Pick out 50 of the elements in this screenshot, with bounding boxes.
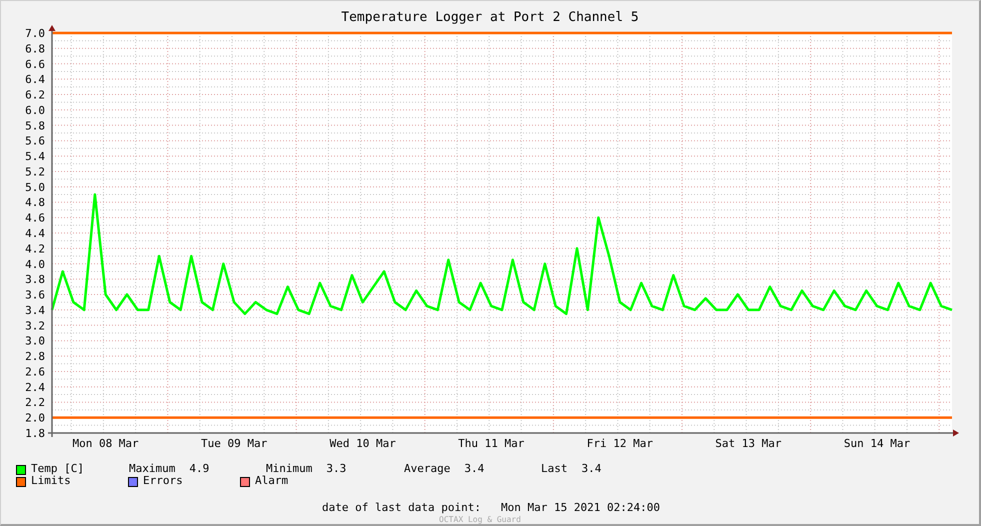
legend-label: Alarm — [255, 473, 288, 490]
last-data-date: Mon Mar 15 2021 02:24:00 — [501, 500, 660, 516]
axis-label: 2.2 — [25, 396, 45, 409]
axis-label: 7.0 — [25, 26, 45, 40]
legend-label: Limits — [31, 474, 71, 490]
axis-label: 2.4 — [25, 380, 45, 394]
axis-label: 3.2 — [25, 318, 45, 332]
axis-label: 2.6 — [25, 364, 45, 378]
axis-label: 6.0 — [25, 103, 45, 116]
stat-label: Average — [404, 461, 450, 478]
stat-label: Minimum — [266, 461, 312, 476]
axis-label: 3.4 — [25, 303, 45, 316]
axis-label: 3.6 — [25, 288, 45, 302]
axis-label: Tue 09 Mar — [201, 436, 268, 450]
axis-label: Wed 10 Mar — [330, 436, 396, 450]
axis-label: Thu 11 Mar — [458, 436, 524, 450]
stat-label: Maximum — [129, 461, 176, 476]
axis-label: 5.6 — [25, 134, 45, 148]
stat-label: Last — [541, 461, 568, 478]
axis-label: 4.8 — [25, 196, 45, 209]
axis-label: 3.8 — [25, 272, 45, 286]
axis-label: 6.6 — [25, 57, 45, 70]
axis-label: Sat 13 Mar — [715, 436, 782, 450]
axis-label: Mon 08 Mar — [72, 436, 139, 450]
axis-label: 5.8 — [25, 118, 45, 132]
stat-value: 4.9 — [189, 461, 210, 478]
axis-label: Sun 14 Mar — [844, 436, 910, 450]
axis-label: 6.8 — [25, 42, 45, 55]
axis-label: 5.2 — [25, 164, 45, 178]
axis-label: 2.8 — [25, 350, 45, 363]
stat-value: 3.3 — [326, 461, 346, 478]
axis-label: 5.4 — [25, 150, 45, 163]
chart-title: Temperature Logger at Port 2 Channel 5 — [341, 10, 639, 24]
credit-text: OCTAX Log & Guard — [439, 516, 521, 524]
axis-label: 4.6 — [25, 211, 45, 224]
axis-label: Fri 12 Mar — [586, 436, 653, 450]
axis-label: 4.2 — [25, 242, 45, 255]
axis-label: 2.0 — [25, 411, 45, 424]
axis-label: 4.4 — [25, 226, 45, 240]
footer-label: date of last data point: — [322, 500, 481, 516]
legend-label: Temp [C] — [31, 461, 85, 476]
axis-label: 1.8 — [25, 426, 45, 440]
axis-label: 4.0 — [25, 257, 45, 270]
axis-label: 6.2 — [25, 88, 45, 102]
axis-label: 3.0 — [25, 334, 45, 348]
stat-value: 3.4 — [582, 461, 602, 478]
legend-label: Errors — [143, 473, 183, 490]
stat-value: 3.4 — [464, 461, 484, 478]
axis-label: 5.0 — [25, 180, 45, 194]
axis-label: 6.4 — [25, 72, 45, 86]
